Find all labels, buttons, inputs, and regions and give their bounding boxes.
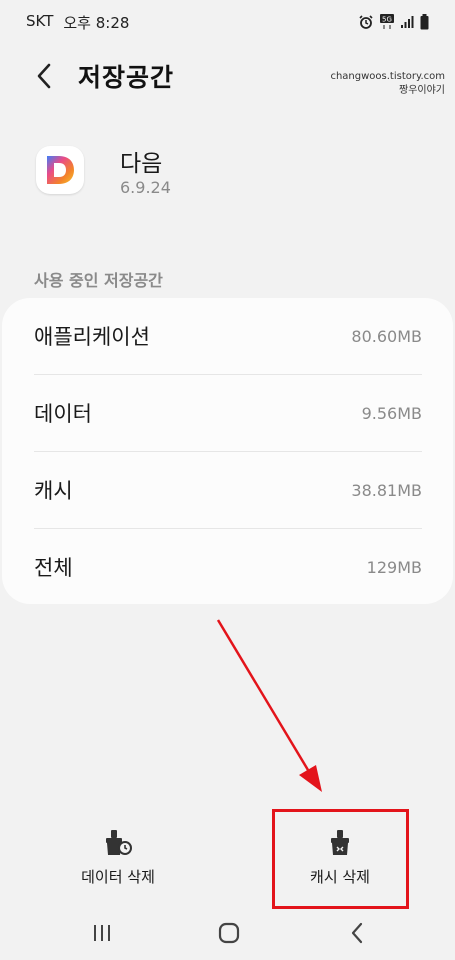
row-label: 캐시 xyxy=(34,479,73,503)
daum-app-icon xyxy=(36,146,84,194)
nav-back-button[interactable] xyxy=(337,913,377,953)
back-button[interactable] xyxy=(26,58,62,94)
app-info: 다음 6.9.24 xyxy=(36,144,416,208)
status-bar: SKT 오후 8:28 5G xyxy=(0,0,455,44)
row-value: 38.81MB xyxy=(351,480,422,500)
alarm-icon xyxy=(359,15,373,29)
page-title: 저장공간 xyxy=(78,63,175,92)
watermark-name: 짱우이야기 xyxy=(399,85,445,96)
signal-icon xyxy=(401,16,414,28)
chevron-left-icon xyxy=(37,63,51,89)
home-icon xyxy=(218,922,240,944)
battery-icon xyxy=(420,14,429,30)
clear-data-label: 데이터 삭제 xyxy=(81,867,155,886)
row-label: 애플리케이션 xyxy=(34,325,150,349)
watermark-url: changwoos.tistory.com xyxy=(330,71,445,82)
svg-text:5G: 5G xyxy=(382,16,392,24)
home-button[interactable] xyxy=(209,913,249,953)
row-value: 80.60MB xyxy=(351,326,422,346)
row-value: 129MB xyxy=(366,557,422,577)
storage-row-cache[interactable]: 캐시 38.81MB xyxy=(34,452,422,528)
annotation-highlight-box xyxy=(272,809,409,909)
storage-row-data[interactable]: 데이터 9.56MB xyxy=(34,375,422,451)
clear-data-icon xyxy=(106,829,132,855)
recent-apps-button[interactable] xyxy=(82,913,122,953)
section-label: 사용 중인 저장공간 xyxy=(34,271,163,290)
watermark: changwoos.tistory.com 짱우이야기 xyxy=(330,70,445,98)
5g-icon: 5G xyxy=(380,14,394,29)
storage-card: 애플리케이션 80.60MB 데이터 9.56MB 캐시 38.81MB 전체 … xyxy=(2,298,453,604)
nav-bar xyxy=(0,905,455,960)
row-label: 데이터 xyxy=(34,402,92,426)
recent-apps-icon xyxy=(94,925,110,941)
storage-row-application[interactable]: 애플리케이션 80.60MB xyxy=(34,298,422,374)
status-time: 오후 8:28 xyxy=(63,13,130,32)
clear-data-button[interactable]: 데이터 삭제 xyxy=(28,818,208,898)
app-version: 6.9.24 xyxy=(120,178,171,197)
carrier-label: SKT xyxy=(26,11,54,30)
status-left: SKT 오후 8:28 xyxy=(26,12,129,33)
back-icon xyxy=(351,922,363,944)
row-value: 9.56MB xyxy=(361,403,422,423)
app-name: 다음 xyxy=(120,151,163,177)
status-icons: 5G xyxy=(358,14,429,30)
row-label: 전체 xyxy=(34,556,73,580)
storage-row-total[interactable]: 전체 129MB xyxy=(34,529,422,605)
daum-logo-icon xyxy=(47,156,74,184)
